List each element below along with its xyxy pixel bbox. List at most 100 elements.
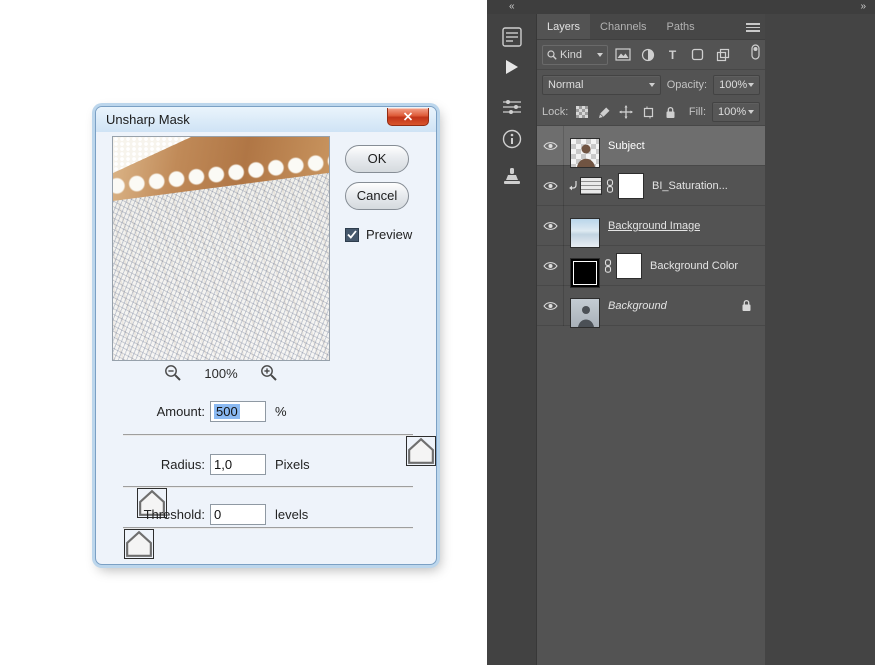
fill-label: Fill: [689,106,706,118]
amount-field-row: Amount: 500 % [112,401,422,422]
opacity-value: 100% [719,79,747,91]
radius-field-row: Radius: 1,0 Pixels [112,454,422,475]
layer-row-background-image[interactable]: Background Image [537,206,765,246]
dock-icon-actions-play[interactable] [487,60,537,74]
dock-icon-brushes[interactable] [487,24,537,50]
screenshot-root: Unsharp Mask OK Cancel Preview [0,0,875,665]
radius-input[interactable]: 1,0 [210,454,266,475]
eye-icon [543,301,558,311]
filter-smart-objects-button[interactable] [712,45,733,64]
zoom-controls: 100% [112,363,330,383]
layers-panel: Layers Channels Paths Kind [537,14,765,665]
amount-input[interactable]: 500 [210,401,266,422]
ok-button[interactable]: OK [345,145,409,173]
play-icon [506,60,518,74]
filter-type-layers-button[interactable]: T [662,45,683,64]
visibility-toggle[interactable] [537,206,564,246]
filter-on-off-toggle[interactable] [751,44,760,65]
lock-label: Lock: [542,106,568,118]
stamp-icon [501,166,523,188]
layer-row-background[interactable]: Background [537,286,765,326]
fill-value: 100% [718,106,746,118]
collapse-panels-icon[interactable]: » [860,0,866,14]
lock-artboard-button[interactable] [640,104,656,120]
preview-image[interactable] [112,136,330,361]
dialog-titlebar[interactable]: Unsharp Mask [96,107,436,132]
layer-name[interactable]: Subject [608,140,645,152]
transparency-checker-icon [576,106,588,118]
filter-kind-dropdown[interactable]: Kind [542,45,608,65]
shape-icon [691,48,704,61]
layer-thumbnail[interactable] [570,298,600,328]
layer-name[interactable]: Background Image [608,220,700,232]
visibility-toggle[interactable] [537,126,564,166]
filter-adjustment-layers-button[interactable] [637,45,658,64]
eye-icon [543,181,558,191]
lock-transparency-button[interactable] [574,104,590,120]
close-icon [403,112,413,121]
dock-icon-properties[interactable] [487,98,537,116]
radius-slider[interactable] [123,481,413,499]
layer-thumbnail[interactable] [570,218,600,248]
layer-row-subject[interactable]: Subject [537,126,765,166]
blend-mode-row: Normal Opacity: 100% [537,70,765,99]
close-button[interactable] [387,108,429,126]
layer-mask-thumbnail[interactable] [618,173,644,199]
visibility-toggle[interactable] [537,246,564,286]
radius-unit: Pixels [275,457,310,472]
brush-icon [598,106,611,119]
dialog-title: Unsharp Mask [106,112,190,127]
layer-mask-thumbnail[interactable] [616,253,642,279]
zoom-out-icon[interactable] [164,364,182,382]
preview-checkbox-label: Preview [366,227,412,242]
layer-name[interactable]: Background Color [650,260,738,272]
threshold-slider-track[interactable] [123,527,413,529]
layer-lock-indicator[interactable] [741,299,752,312]
checkmark-icon [347,230,357,239]
opacity-dropdown[interactable]: 100% [713,75,760,95]
amount-slider[interactable] [123,429,413,447]
tab-paths[interactable]: Paths [657,14,705,39]
lock-position-button[interactable] [618,104,634,120]
layer-name[interactable]: Background [608,300,667,312]
layer-row-background-color[interactable]: Background Color [537,246,765,286]
tab-layers[interactable]: Layers [537,14,590,39]
opacity-label: Opacity: [667,79,707,91]
threshold-slider-thumb[interactable] [124,529,154,559]
layer-row-bi-saturation[interactable]: BI_Saturation... [537,166,765,206]
dock-icon-clone-source[interactable] [487,166,537,188]
link-icon [606,179,614,193]
filter-pixel-layers-button[interactable] [612,45,633,64]
lock-row: Lock: [537,99,765,126]
collapse-dock-icon[interactable]: « [509,0,515,14]
layer-thumbnail[interactable] [570,258,600,288]
chevron-down-icon [649,83,655,87]
lock-pixels-button[interactable] [596,104,612,120]
blend-mode-dropdown[interactable]: Normal [542,75,661,95]
toggle-icon [751,44,760,60]
tab-channels[interactable]: Channels [590,14,656,39]
radius-value: 1,0 [214,457,232,472]
eye-icon [543,261,558,271]
dock-icon-info[interactable] [487,128,537,150]
visibility-toggle[interactable] [537,166,564,206]
filter-shape-layers-button[interactable] [687,45,708,64]
zoom-in-icon[interactable] [260,364,278,382]
layer-thumbnail[interactable] [570,138,600,168]
lock-all-button[interactable] [662,104,678,120]
eye-icon [543,141,558,151]
panel-menu-icon[interactable] [746,23,760,34]
fill-dropdown[interactable]: 100% [712,102,760,122]
clipping-mask-arrow-icon [568,180,578,192]
preview-checkbox[interactable] [345,228,359,242]
layer-name[interactable]: BI_Saturation... [652,180,728,192]
unsharp-mask-dialog: Unsharp Mask OK Cancel Preview [95,106,437,565]
amount-slider-track[interactable] [123,434,413,436]
cancel-button[interactable]: Cancel [345,182,409,210]
adjustment-layer-thumbnail[interactable] [580,177,602,195]
lock-icon [665,106,676,119]
threshold-slider[interactable] [123,522,413,540]
lock-icon [741,299,752,312]
visibility-toggle[interactable] [537,286,564,326]
subject-silhouette [571,139,600,168]
